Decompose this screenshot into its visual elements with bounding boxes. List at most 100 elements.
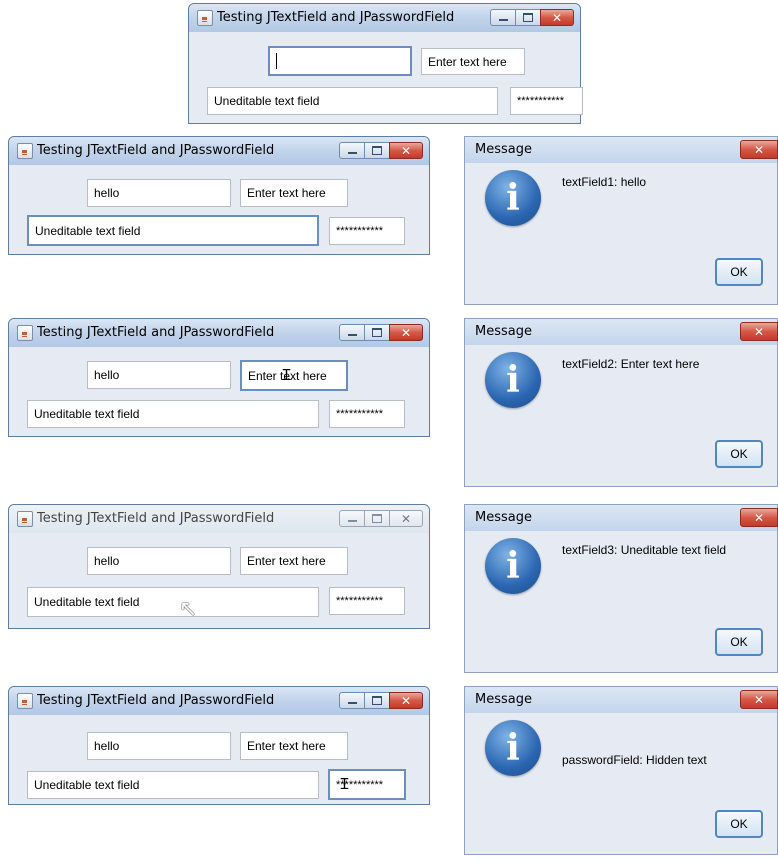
password-field[interactable]: *********** [329,217,405,245]
title-bar[interactable]: Testing JTextField and JPasswordField ✕ [9,687,429,715]
title-bar[interactable]: Testing JTextField and JPasswordField ✕ [189,4,580,32]
window-title: Testing JTextField and JPasswordField [37,511,275,526]
information-icon: i [485,170,541,226]
maximize-button[interactable] [364,692,390,709]
window-title: Testing JTextField and JPasswordField [217,10,455,25]
information-icon: i [485,352,541,408]
window-title: Testing JTextField and JPasswordField [37,693,275,708]
java-cup-icon [17,511,33,527]
message-dialog-2: Message ✕ i textField2: Enter text here … [464,318,778,487]
text-field-2[interactable]: Enter text here [240,547,348,575]
close-button[interactable]: ✕ [389,692,423,709]
minimize-button[interactable] [339,510,365,527]
text-field-3[interactable]: Uneditable text field [27,587,319,617]
close-button[interactable]: ✕ [740,322,778,341]
close-icon: ✕ [753,324,765,339]
password-field[interactable]: *********** [328,769,406,800]
dialog-title-bar[interactable]: Message ✕ [465,319,778,345]
close-icon: ✕ [753,142,765,157]
minimize-button[interactable] [339,142,365,159]
dialog-message: passwordField: Hidden text [562,753,707,767]
dialog-title-bar[interactable]: Message ✕ [465,137,778,163]
minimize-icon [347,333,357,336]
maximize-icon [372,146,382,155]
ok-button[interactable]: OK [715,258,763,286]
text-field-2[interactable]: Enter text here [240,732,348,760]
dialog-title: Message [475,142,532,157]
text-field-1[interactable]: hello [87,361,231,389]
dialog-message: textField2: Enter text here [562,357,700,371]
dialog-message: textField1: hello [562,175,647,189]
dialog-title: Message [475,692,532,707]
message-dialog-3: Message ✕ i textField3: Uneditable text … [464,504,778,673]
password-field[interactable]: *********** [329,587,405,615]
text-field-3[interactable]: Uneditable text field [27,400,319,428]
maximize-icon [372,514,382,523]
minimize-icon [498,18,508,21]
dialog-title-bar[interactable]: Message ✕ [465,505,778,531]
maximize-button[interactable] [515,9,541,26]
text-field-3[interactable]: Uneditable text field [207,87,498,115]
java-cup-icon [17,325,33,341]
close-button[interactable]: ✕ [740,690,778,709]
title-bar[interactable]: Testing JTextField and JPasswordField ✕ [9,137,429,165]
close-button[interactable]: ✕ [389,510,423,527]
close-icon: ✕ [753,692,765,707]
maximize-button[interactable] [364,510,390,527]
maximize-icon [523,13,533,22]
dialog-title: Message [475,324,532,339]
close-button[interactable]: ✕ [389,142,423,159]
text-field-1[interactable] [268,46,412,76]
minimize-button[interactable] [490,9,516,26]
java-cup-icon [197,10,213,26]
text-field-1[interactable]: hello [87,732,231,760]
ok-button[interactable]: OK [715,628,763,656]
title-bar[interactable]: Testing JTextField and JPasswordField ✕ [9,505,429,533]
text-field-3[interactable]: Uneditable text field [27,771,319,799]
information-icon: i [485,538,541,594]
title-bar[interactable]: Testing JTextField and JPasswordField ✕ [9,319,429,347]
close-icon: ✕ [551,10,563,25]
password-field[interactable]: *********** [510,87,583,115]
maximize-icon [372,696,382,705]
frame-row4: Testing JTextField and JPasswordField ✕ … [8,686,430,805]
close-button[interactable]: ✕ [740,140,778,159]
dialog-message: textField3: Uneditable text field [562,543,727,557]
frame-row2: Testing JTextField and JPasswordField ✕ … [8,318,430,437]
text-field-1[interactable]: hello [87,179,231,207]
close-icon: ✕ [753,510,765,525]
java-cup-icon [17,693,33,709]
dialog-title-bar[interactable]: Message ✕ [465,687,778,713]
close-icon: ✕ [400,693,412,708]
text-field-3[interactable]: Uneditable text field [27,215,319,246]
close-button[interactable]: ✕ [540,9,574,26]
maximize-button[interactable] [364,324,390,341]
minimize-icon [347,151,357,154]
maximize-button[interactable] [364,142,390,159]
minimize-button[interactable] [339,324,365,341]
message-dialog-4: Message ✕ i passwordField: Hidden text O… [464,686,778,855]
frame-row1: Testing JTextField and JPasswordField ✕ … [8,136,430,255]
java-cup-icon [17,143,33,159]
close-icon: ✕ [400,511,412,526]
window-title: Testing JTextField and JPasswordField [37,325,275,340]
text-field-2[interactable]: Enter text here [240,179,348,207]
minimize-icon [347,519,357,522]
ok-button[interactable]: OK [715,440,763,468]
close-icon: ✕ [400,325,412,340]
minimize-icon [347,701,357,704]
window-title: Testing JTextField and JPasswordField [37,143,275,158]
text-field-1[interactable]: hello [87,547,231,575]
frame-initial: Testing JTextField and JPasswordField ✕ … [188,3,583,124]
maximize-icon [372,328,382,337]
password-field[interactable]: *********** [329,400,405,428]
close-button[interactable]: ✕ [389,324,423,341]
information-icon: i [485,720,541,776]
close-button[interactable]: ✕ [740,508,778,527]
ok-button[interactable]: OK [715,810,763,838]
text-caret [276,53,277,69]
text-field-2[interactable]: Enter text here [240,360,348,391]
text-field-2[interactable]: Enter text here [421,48,525,75]
message-dialog-1: Message ✕ i textField1: hello OK [464,136,778,305]
minimize-button[interactable] [339,692,365,709]
